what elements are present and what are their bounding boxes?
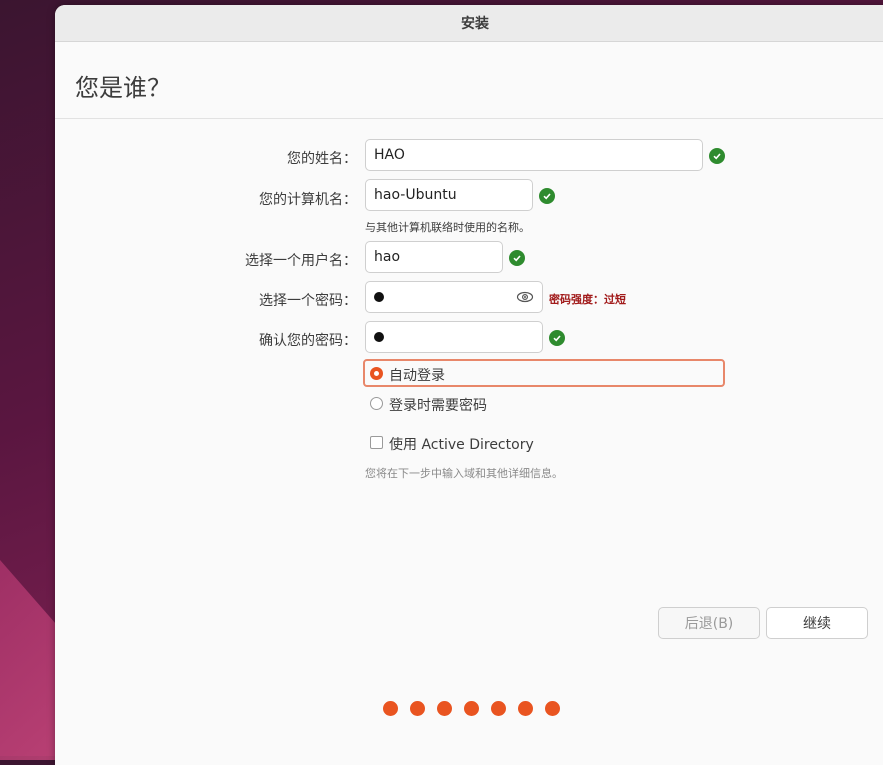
name-value: HAO <box>374 147 405 163</box>
confirm-password-field[interactable] <box>365 321 543 353</box>
active-directory-note: 您将在下一步中输入域和其他详细信息。 <box>365 467 563 480</box>
password-field[interactable] <box>365 281 543 313</box>
confirm-password-mask-dot <box>374 332 384 342</box>
progress-dot-6 <box>518 701 533 716</box>
installer-window: 安装 您是谁？ 您的姓名： HAO 您的计算机名： hao-Ubuntu 与其他… <box>55 5 883 765</box>
progress-dot-4 <box>464 701 479 716</box>
progress-dot-2 <box>410 701 425 716</box>
computer-name-label: 您的计算机名： <box>259 192 357 208</box>
continue-button[interactable]: 继续 <box>766 607 868 639</box>
require-password-radio[interactable] <box>370 397 383 410</box>
window-titlebar: 安装 <box>55 5 883 42</box>
username-ok-icon <box>509 250 525 266</box>
password-mask-dot <box>374 292 384 302</box>
auto-login-label[interactable]: 自动登录 <box>389 365 445 385</box>
show-password-eye-icon[interactable] <box>516 290 534 304</box>
active-directory-checkbox[interactable] <box>370 436 383 449</box>
password-label: 选择一个密码： <box>259 293 357 309</box>
require-password-label[interactable]: 登录时需要密码 <box>389 395 487 415</box>
computer-name-value: hao-Ubuntu <box>374 187 457 203</box>
computer-name-field[interactable]: hao-Ubuntu <box>365 179 533 211</box>
progress-dot-1 <box>383 701 398 716</box>
username-label: 选择一个用户名： <box>245 253 357 269</box>
active-directory-label[interactable]: 使用 Active Directory <box>389 434 534 454</box>
password-strength: 密码强度：过短 <box>549 293 626 306</box>
confirm-password-ok-icon <box>549 330 565 346</box>
computer-name-hint: 与其他计算机联络时使用的名称。 <box>365 221 530 234</box>
progress-dot-5 <box>491 701 506 716</box>
progress-dot-7 <box>545 701 560 716</box>
username-field[interactable]: hao <box>365 241 503 273</box>
page-header: 您是谁？ <box>55 42 883 119</box>
window-title: 安装 <box>461 16 489 32</box>
confirm-password-label: 确认您的密码： <box>259 333 357 349</box>
page-title: 您是谁？ <box>75 74 171 102</box>
auto-login-radio[interactable] <box>370 367 383 380</box>
computer-name-ok-icon <box>539 188 555 204</box>
name-label: 您的姓名： <box>287 151 357 167</box>
progress-dot-3 <box>437 701 452 716</box>
back-button[interactable]: 后退(B) <box>658 607 760 639</box>
name-ok-icon <box>709 148 725 164</box>
username-value: hao <box>374 249 401 265</box>
name-field[interactable]: HAO <box>365 139 703 171</box>
